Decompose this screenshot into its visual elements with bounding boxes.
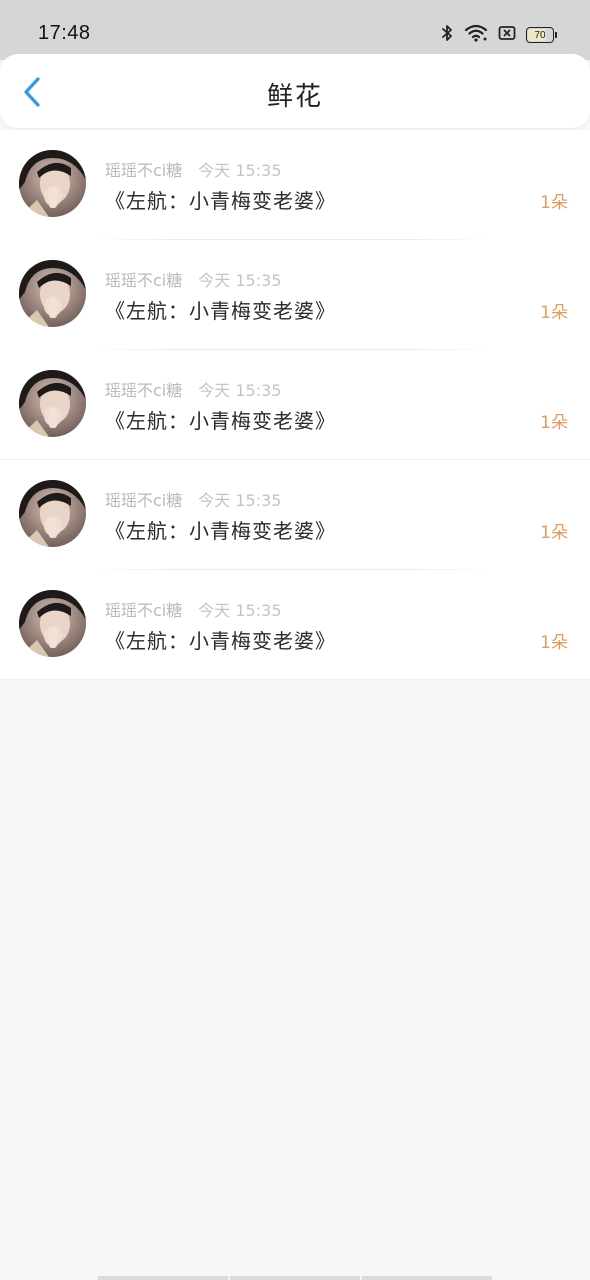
item-time: 今天 15:35 bbox=[198, 491, 282, 510]
item-meta: 瑶瑶不ci糖 今天 15:35 bbox=[105, 597, 281, 621]
avatar[interactable] bbox=[19, 260, 86, 327]
home-indicator[interactable] bbox=[98, 1276, 492, 1280]
page-title: 鲜花 bbox=[266, 82, 323, 112]
divider bbox=[0, 679, 590, 680]
status-bar: 17:48 70 bbox=[0, 0, 590, 60]
wifi-icon bbox=[464, 24, 488, 46]
bluetooth-icon bbox=[440, 24, 454, 46]
battery-level: 70 bbox=[534, 29, 546, 41]
item-meta: 瑶瑶不ci糖 今天 15:35 bbox=[105, 377, 281, 401]
avatar[interactable] bbox=[19, 480, 86, 547]
book-title[interactable]: 《左航：小青梅变老婆》 bbox=[105, 295, 336, 324]
item-time: 今天 15:35 bbox=[198, 271, 282, 290]
item-meta: 瑶瑶不ci糖 今天 15:35 bbox=[105, 157, 281, 181]
user-name[interactable]: 瑶瑶不ci糖 bbox=[105, 381, 182, 400]
user-name[interactable]: 瑶瑶不ci糖 bbox=[105, 601, 182, 620]
user-name[interactable]: 瑶瑶不ci糖 bbox=[105, 491, 182, 510]
user-name[interactable]: 瑶瑶不ci糖 bbox=[105, 271, 182, 290]
flower-count: 1朵 bbox=[540, 413, 568, 433]
status-time: 17:48 bbox=[38, 22, 91, 44]
avatar[interactable] bbox=[19, 150, 86, 217]
flower-count: 1朵 bbox=[540, 633, 568, 653]
battery-icon: 70 bbox=[526, 27, 557, 43]
item-time: 今天 15:35 bbox=[198, 601, 282, 620]
flower-count: 1朵 bbox=[540, 303, 568, 323]
item-time: 今天 15:35 bbox=[198, 381, 282, 400]
flower-count: 1朵 bbox=[540, 523, 568, 543]
book-title[interactable]: 《左航：小青梅变老婆》 bbox=[105, 515, 336, 544]
list-item[interactable]: 瑶瑶不ci糖 今天 15:35 《左航：小青梅变老婆》 1朵 bbox=[0, 130, 590, 240]
item-meta: 瑶瑶不ci糖 今天 15:35 bbox=[105, 487, 281, 511]
avatar[interactable] bbox=[19, 370, 86, 437]
book-title[interactable]: 《左航：小青梅变老婆》 bbox=[105, 185, 336, 214]
list-item[interactable]: 瑶瑶不ci糖 今天 15:35 《左航：小青梅变老婆》 1朵 bbox=[0, 570, 590, 680]
book-title[interactable]: 《左航：小青梅变老婆》 bbox=[105, 625, 336, 654]
list-item[interactable]: 瑶瑶不ci糖 今天 15:35 《左航：小青梅变老婆》 1朵 bbox=[0, 460, 590, 570]
status-icons: 70 bbox=[440, 24, 557, 46]
item-time: 今天 15:35 bbox=[198, 161, 282, 180]
book-title[interactable]: 《左航：小青梅变老婆》 bbox=[105, 405, 336, 434]
avatar[interactable] bbox=[19, 590, 86, 657]
user-name[interactable]: 瑶瑶不ci糖 bbox=[105, 161, 182, 180]
nav-header: 鲜花 bbox=[0, 54, 590, 128]
item-meta: 瑶瑶不ci糖 今天 15:35 bbox=[105, 267, 281, 291]
flower-list: 瑶瑶不ci糖 今天 15:35 《左航：小青梅变老婆》 1朵 瑶瑶不ci糖 今天… bbox=[0, 130, 590, 680]
list-item[interactable]: 瑶瑶不ci糖 今天 15:35 《左航：小青梅变老婆》 1朵 bbox=[0, 350, 590, 460]
flower-count: 1朵 bbox=[540, 193, 568, 213]
list-item[interactable]: 瑶瑶不ci糖 今天 15:35 《左航：小青梅变老婆》 1朵 bbox=[0, 240, 590, 350]
sim-icon bbox=[498, 25, 516, 45]
